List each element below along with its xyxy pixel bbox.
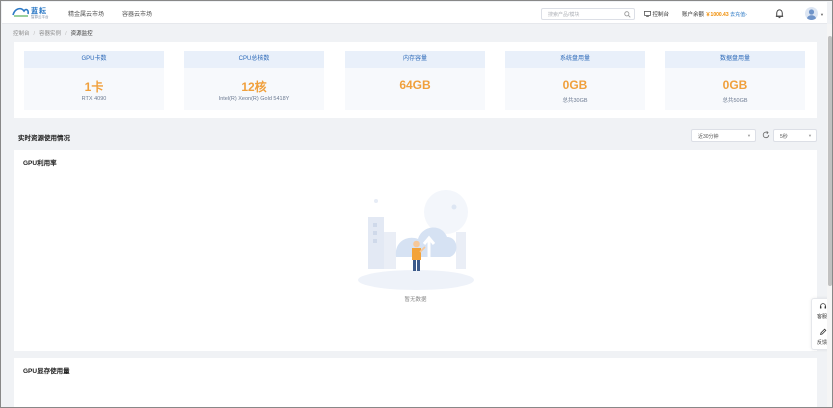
- top-header: 蓝耘 智算云平台 精金属云市场 容器云市场 搜索产品/模块 控制台 账户余额 ￥…: [2, 2, 827, 24]
- balance-value: ￥1000.43: [705, 12, 729, 18]
- chevron-down-icon[interactable]: ▼: [820, 12, 824, 17]
- stat-card-title: 系统盘用量: [505, 51, 645, 68]
- refresh-icon[interactable]: [762, 131, 770, 139]
- logo-subtitle: 智算云平台: [31, 15, 49, 19]
- console-link[interactable]: 控制台: [644, 10, 669, 18]
- stat-card-memory: 内存容量 64GB: [345, 51, 485, 110]
- bell-icon[interactable]: [774, 8, 785, 19]
- stat-card-title: CPU总核数: [184, 51, 324, 68]
- avatar[interactable]: [805, 7, 818, 20]
- chart-panel-gpu-utilization: GPU利用率 暂无数据: [14, 150, 817, 351]
- balance-area: 账户余额 ￥1000.43 去充值›: [682, 10, 747, 18]
- stat-card-cpu: CPU总核数 12核 Intel(R) Xeon(R) Gold 5418Y: [184, 51, 324, 110]
- chart-panel-gpu-memory: GPU显存使用量: [14, 358, 817, 407]
- stat-card-gpu: GPU卡数 1卡 RTX 4090: [24, 51, 164, 110]
- balance-label: 账户余额: [682, 12, 705, 18]
- stat-card-value: 12核: [241, 80, 267, 94]
- breadcrumb-console[interactable]: 控制台: [13, 31, 30, 37]
- time-range-select[interactable]: 近30分钟 ▼: [691, 129, 756, 142]
- chevron-down-icon: ▼: [808, 133, 812, 138]
- search-input[interactable]: 搜索产品/模块: [541, 8, 635, 20]
- breadcrumb-current: 资源监控: [70, 31, 93, 37]
- chart-title: GPU利用率: [23, 160, 57, 167]
- nav-container-market[interactable]: 容器云市场: [122, 9, 152, 18]
- recharge-label: 去充值: [730, 12, 746, 18]
- console-label: 控制台: [652, 12, 670, 18]
- headset-icon: [819, 303, 827, 309]
- edit-icon: [820, 328, 827, 335]
- stat-card-value: 64GB: [399, 78, 431, 92]
- refresh-interval-value: 5秒: [780, 134, 788, 140]
- stat-card-sub: RTX 4090: [81, 96, 107, 102]
- stat-card-sub: 总共30GB: [562, 98, 588, 104]
- empty-state-text: 暂无数据: [404, 297, 427, 303]
- search-placeholder: 搜索产品/模块: [548, 12, 580, 18]
- empty-state-illustration: [358, 190, 474, 290]
- recharge-chevron: ›: [745, 12, 747, 18]
- logo[interactable]: 蓝耘 智算云平台: [12, 5, 60, 22]
- stat-card-value: 0GB: [722, 78, 748, 92]
- nav-bare-metal-market[interactable]: 精金属云市场: [68, 9, 104, 18]
- section-title: 实时资源使用情况: [18, 135, 70, 142]
- recharge-link[interactable]: 去充值›: [730, 12, 747, 18]
- stat-card-data-disk: 数据盘用量 0GB 总共50GB: [665, 51, 805, 110]
- stat-card-value: 0GB: [562, 78, 588, 92]
- stat-card-title: GPU卡数: [24, 51, 164, 68]
- search-icon[interactable]: [624, 11, 631, 18]
- app-window: 蓝耘 智算云平台 精金属云市场 容器云市场 搜索产品/模块 控制台 账户余额 ￥…: [0, 0, 833, 408]
- stat-card-system-disk: 系统盘用量 0GB 总共30GB: [505, 51, 645, 110]
- refresh-interval-select[interactable]: 5秒 ▼: [773, 129, 817, 142]
- monitor-icon: [644, 10, 651, 17]
- logo-icon: [12, 7, 29, 17]
- time-range-value: 近30分钟: [698, 134, 719, 140]
- stat-card-value: 1卡: [84, 80, 104, 94]
- stat-card-sub: 总共50GB: [722, 98, 748, 104]
- chevron-down-icon: ▼: [747, 133, 751, 138]
- stats-panel: GPU卡数 1卡 RTX 4090 CPU总核数 12核 Intel(R) Xe…: [14, 42, 817, 118]
- scrollbar-thumb[interactable]: [828, 36, 832, 286]
- breadcrumb-container-instance[interactable]: 容器实例: [39, 31, 61, 37]
- stat-card-title: 数据盘用量: [665, 51, 805, 68]
- page-scrollbar[interactable]: [827, 24, 832, 407]
- stat-card-title: 内存容量: [345, 51, 485, 68]
- user-icon: [806, 9, 817, 20]
- stat-card-sub: Intel(R) Xeon(R) Gold 5418Y: [218, 96, 290, 102]
- chart-title: GPU显存使用量: [23, 368, 70, 375]
- breadcrumb: 控制台 / 容器实例 / 资源监控: [13, 31, 93, 37]
